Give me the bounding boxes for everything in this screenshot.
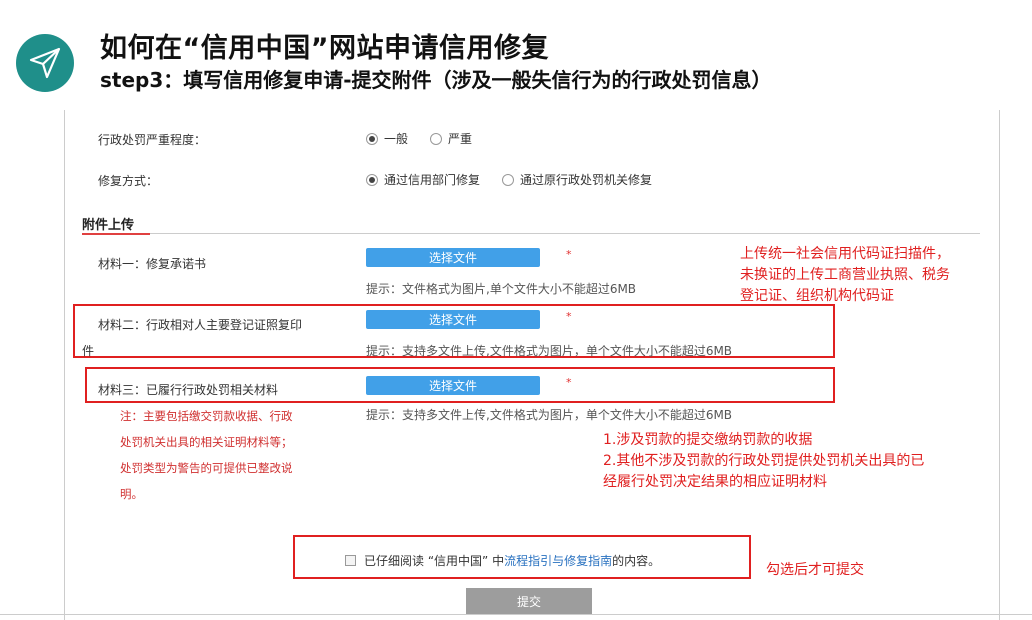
agreement-text-suffix: 的内容。	[612, 554, 661, 568]
annotation-line: 登记证、组织机构代码证	[740, 288, 894, 304]
material-2-label: 材料二：行政相对人主要登记证照复印	[98, 318, 303, 332]
annotation-line: 未换证的上传工商营业执照、税务	[740, 267, 950, 283]
method-credit-dept-radio[interactable]	[366, 173, 378, 186]
material-3-note: 注：主要包括缴交罚款收据、行政 处罚机关出具的相关证明材料等； 处罚类型为警告的…	[120, 403, 293, 507]
paper-plane-logo	[16, 34, 74, 92]
annotation-line: 经履行处罚决定结果的相应证明材料	[603, 474, 827, 490]
material-1-required-mark: *	[566, 248, 572, 261]
annotation-line: 上传统一社会信用代码证扫描件，	[740, 246, 950, 262]
note-line: 处罚机关出具的相关证明材料等；	[120, 435, 293, 449]
method-credit-dept-label[interactable]: 通过信用部门修复	[384, 171, 480, 188]
material-3-hint: 提示：支持多文件上传,文件格式为图片，单个文件大小不能超过6MB	[366, 408, 733, 422]
material-2-required-mark: *	[566, 310, 572, 323]
attachment-section-title: 附件上传	[82, 218, 135, 233]
material-1-hint: 提示：文件格式为图片,单个文件大小不能超过6MB	[366, 282, 637, 296]
material-1-label: 材料一：修复承诺书	[98, 257, 207, 271]
penalty-annotation: 1.涉及罚款的提交缴纳罚款的收据 2.其他不涉及罚款的行政处罚提供处罚机关出具的…	[603, 430, 924, 493]
severity-label: 行政处罚严重程度：	[98, 133, 207, 147]
severity-general-radio[interactable]	[366, 132, 378, 145]
page-title: 如何在“信用中国”网站申请信用修复	[100, 33, 549, 64]
severity-radio-group: 一般 严重	[366, 130, 494, 147]
material-1-choose-file-button[interactable]: 选择文件	[366, 248, 540, 267]
material-2-choose-file-button[interactable]: 选择文件	[366, 310, 540, 329]
annotation-line: 1.涉及罚款的提交缴纳罚款的收据	[603, 432, 813, 448]
page-subtitle: step3：填写信用修复申请-提交附件（涉及一般失信行为的行政处罚信息）	[100, 68, 772, 92]
agreement-text-prefix: 已仔细阅读 “信用中国” 中	[364, 554, 505, 568]
material-3-label: 材料三：已履行行政处罚相关材料	[98, 383, 279, 397]
severity-serious-radio[interactable]	[430, 132, 443, 145]
section-divider	[150, 233, 980, 234]
method-original-org-label[interactable]: 通过原行政处罚机关修复	[520, 171, 652, 188]
note-line: 处罚类型为警告的可提供已整改说	[120, 461, 293, 475]
material-3-choose-file-button[interactable]: 选择文件	[366, 376, 540, 395]
method-radio-group: 通过信用部门修复 通过原行政处罚机关修复	[366, 171, 674, 188]
paper-plane-icon	[29, 47, 61, 79]
method-original-org-radio[interactable]	[502, 173, 515, 186]
severity-serious-label[interactable]: 严重	[448, 130, 472, 147]
material-2-label-continued: 件	[82, 344, 95, 358]
submit-button[interactable]: 提交	[466, 588, 592, 614]
bottom-divider	[0, 614, 1032, 615]
annotation-line: 2.其他不涉及罚款的行政处罚提供处罚机关出具的已	[603, 453, 925, 469]
note-line: 注：主要包括缴交罚款收据、行政	[120, 409, 293, 423]
agreement-checkbox[interactable]	[345, 555, 356, 566]
severity-general-label[interactable]: 一般	[384, 130, 408, 147]
section-title-underline	[82, 233, 150, 235]
checkbox-annotation: 勾选后才可提交	[766, 562, 864, 578]
license-annotation: 上传统一社会信用代码证扫描件， 未换证的上传工商营业执照、税务 登记证、组织机构…	[740, 244, 950, 307]
guide-link[interactable]: 流程指引与修复指南	[504, 552, 612, 569]
material-2-hint: 提示：支持多文件上传,文件格式为图片，单个文件大小不能超过6MB	[366, 344, 733, 358]
material-3-required-mark: *	[566, 376, 572, 389]
note-line: 明。	[120, 487, 143, 501]
agreement-row: 已仔细阅读 “信用中国” 中 流程指引与修复指南 的内容。	[345, 552, 660, 569]
method-label: 修复方式：	[98, 174, 159, 188]
